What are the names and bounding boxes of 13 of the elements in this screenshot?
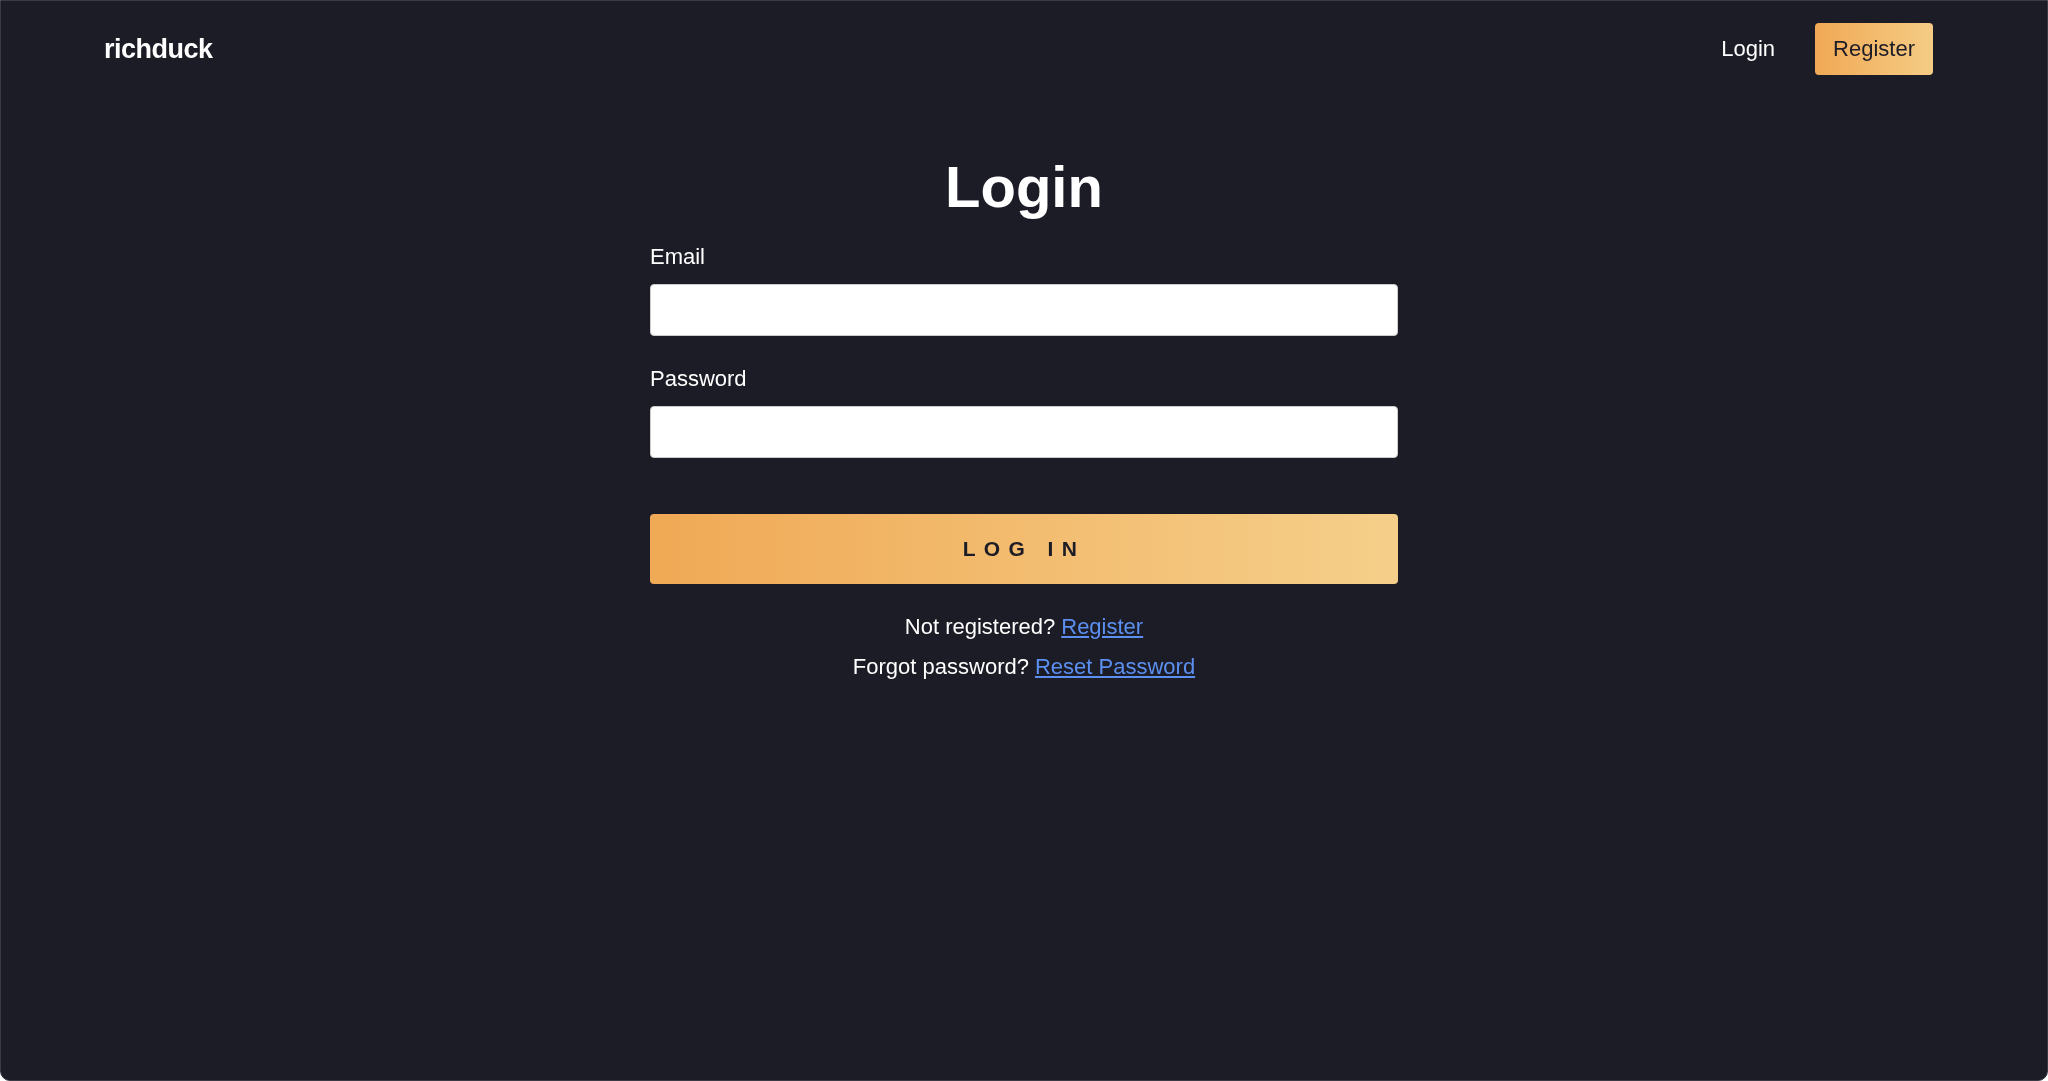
- link[interactable]: Register: [1061, 614, 1144, 640]
- input-field[interactable]: [650, 406, 1398, 458]
- login-link[interactable]: Login: [1721, 36, 1776, 62]
- field-label: Email: [650, 244, 706, 270]
- input-field[interactable]: [650, 284, 1398, 336]
- brand-logo[interactable]: richduck: [104, 33, 213, 65]
- register-button[interactable]: Register: [1815, 23, 1933, 75]
- prompt-text: Forgot password?: [852, 654, 1029, 680]
- field-label: Password: [650, 366, 748, 392]
- page-title: Login: [944, 153, 1104, 220]
- login-button[interactable]: LOG IN: [650, 514, 1398, 584]
- link[interactable]: Reset Password: [1034, 654, 1196, 680]
- prompt-text: Not registered?: [904, 614, 1056, 640]
